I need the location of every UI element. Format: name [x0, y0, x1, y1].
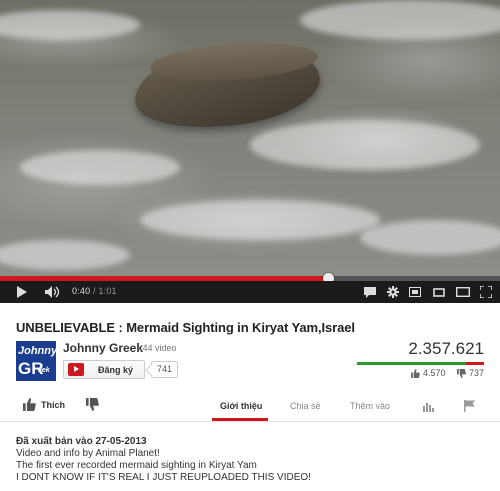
active-tab-indicator	[212, 418, 268, 421]
avatar-text-sub: eek	[38, 367, 50, 374]
tab-share[interactable]: Chia sẻ	[290, 401, 321, 411]
captions-icon	[364, 286, 376, 298]
like-count: 4.570	[411, 368, 446, 378]
like-ratio-dislikes	[466, 362, 484, 365]
fullscreen-button[interactable]	[479, 284, 493, 300]
video-title: UNBELIEVABLE : Mermaid Sighting in Kirya…	[16, 320, 355, 335]
like-ratio-bar	[357, 362, 484, 365]
small-player-button[interactable]	[432, 284, 446, 300]
stats-button[interactable]	[423, 399, 434, 417]
like-ratio-likes	[357, 362, 467, 365]
action-bar: Thích Giới thiệu Chia sẻ Thêm vào	[0, 392, 500, 422]
small-player-icon	[433, 287, 445, 297]
thumbs-up-icon	[23, 398, 36, 411]
current-time: 0:40	[72, 286, 91, 296]
youtube-play-icon	[68, 363, 84, 376]
large-player-button[interactable]	[455, 284, 471, 300]
video-description: Đã xuất bản vào 27-05-2013 Video and inf…	[16, 436, 311, 484]
description-line: I DONT KNOW IF IT'S REAL I JUST REUPLOAD…	[16, 472, 311, 483]
play-button[interactable]	[14, 284, 28, 300]
tab-add-to[interactable]: Thêm vào	[350, 401, 390, 411]
thumbs-down-icon	[86, 398, 99, 411]
avatar-text-top: Johnny	[18, 345, 56, 357]
play-icon	[16, 286, 27, 298]
channel-avatar[interactable]: Johnny GR eek	[16, 341, 56, 381]
gear-icon	[387, 286, 399, 298]
view-count: 2.357.621	[408, 339, 484, 358]
volume-icon	[45, 286, 60, 298]
thumbs-down-icon	[457, 368, 466, 378]
subscribe-button[interactable]: Đăng ký	[63, 360, 145, 379]
captions-button[interactable]	[363, 284, 377, 300]
fullscreen-icon	[480, 286, 492, 298]
tab-about[interactable]: Giới thiệu	[220, 401, 262, 411]
flag-icon	[464, 400, 475, 412]
report-button[interactable]	[464, 399, 475, 417]
like-button-label: Thích	[41, 399, 65, 410]
publish-date: Đã xuất bản vào 27-05-2013	[16, 436, 147, 447]
video-player[interactable]: 0:40 / 1:01	[0, 0, 500, 303]
watch-later-icon	[409, 287, 421, 297]
like-count-value: 4.570	[423, 368, 446, 378]
large-player-icon	[456, 287, 470, 297]
time-separator: /	[93, 286, 96, 296]
volume-button[interactable]	[44, 284, 64, 300]
subscriber-count: 741	[151, 361, 179, 378]
dislike-count-value: 737	[469, 368, 485, 378]
dislike-button[interactable]	[86, 398, 99, 416]
like-button[interactable]: Thích	[23, 398, 65, 411]
video-frame[interactable]	[0, 0, 500, 276]
time-display: 0:40 / 1:01	[72, 286, 117, 296]
thumbs-up-icon	[411, 368, 420, 378]
description-line: Video and info by Animal Planet!	[16, 448, 160, 459]
channel-name-link[interactable]: Johnny Greek	[63, 341, 143, 355]
player-controls: 0:40 / 1:01	[0, 281, 500, 303]
description-line: The first ever recorded mermaid sighting…	[16, 460, 257, 471]
duration: 1:01	[98, 286, 117, 296]
stats-icon	[423, 403, 434, 412]
dislike-count: 737	[457, 368, 484, 378]
watch-later-button[interactable]	[408, 284, 422, 300]
settings-button[interactable]	[386, 284, 400, 300]
subscribe-label: Đăng ký	[98, 364, 134, 375]
channel-video-count[interactable]: · 44 video	[137, 343, 177, 353]
